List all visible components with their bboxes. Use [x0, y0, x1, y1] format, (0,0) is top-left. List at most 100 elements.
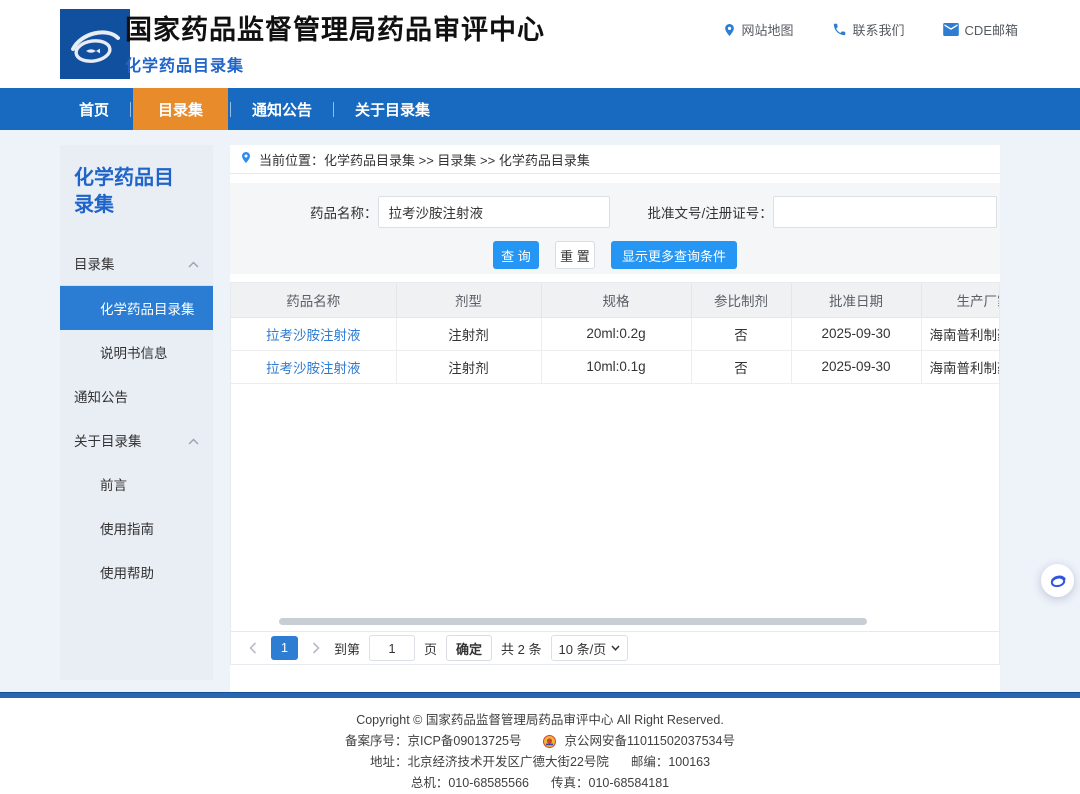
approval-number-field-group: 批准文号/注册证号：: [648, 196, 997, 228]
table-row: 拉考沙胺注射液 注射剂 20ml:0.2g 否 2025-09-30 海南普利制…: [231, 317, 999, 350]
mail-icon: [943, 23, 959, 36]
floating-cde-button[interactable]: [1041, 564, 1074, 597]
drug-name-input[interactable]: [378, 196, 610, 228]
sidebar-item-label: 目录集: [74, 253, 115, 273]
search-panel: 药品名称： 批准文号/注册证号： 查 询 重 置 显示更多查询条件: [230, 183, 1000, 274]
table-clip: 药品名称 剂型 规格 参比制剂 批准日期 生产厂家 拉考沙胺注射液 注射剂 20: [231, 283, 999, 384]
site-subtitle: 化学药品目录集: [125, 52, 545, 76]
phone-icon: [832, 22, 847, 37]
location-pin-icon: [240, 150, 252, 168]
nav-catalog[interactable]: 目录集: [133, 88, 228, 130]
drug-name-link[interactable]: 拉考沙胺注射液: [266, 328, 361, 343]
site-footer: Copyright © 国家药品监督管理局药品审评中心 All Right Re…: [0, 698, 1080, 794]
icp-record-text: 备案序号：京ICP备09013725号: [345, 731, 521, 752]
sidebar-item-catalog-group[interactable]: 目录集: [74, 241, 199, 285]
top-link-label: CDE邮箱: [965, 20, 1018, 39]
police-record-link[interactable]: 京公网安备11011502037534号: [564, 731, 734, 752]
chevron-up-icon: [188, 256, 199, 271]
cell-dosage-form: 注射剂: [396, 350, 541, 383]
sidebar-item-help[interactable]: 使用帮助: [74, 550, 199, 594]
police-badge-icon: [543, 735, 556, 748]
cde-swoosh-icon: [1048, 571, 1068, 591]
cell-spec: 20ml:0.2g: [541, 317, 691, 350]
page-size-select[interactable]: 10 条/页: [551, 635, 629, 661]
nav-home[interactable]: 首页: [60, 88, 128, 130]
prev-page-button[interactable]: [244, 636, 262, 660]
location-pin-icon: [723, 22, 736, 38]
cde-logo-icon: [60, 9, 130, 79]
col-reference: 参比制剂: [691, 283, 791, 317]
fax-text: 传真：010-68584181: [551, 773, 669, 794]
sidebar-title: 化学药品目录集: [74, 165, 184, 219]
breadcrumb-text: 当前位置：化学药品目录集 >> 目录集 >> 化学药品目录集: [259, 150, 590, 169]
cell-reference: 否: [691, 317, 791, 350]
cell-dosage-form: 注射剂: [396, 317, 541, 350]
cde-logo[interactable]: [60, 9, 130, 79]
cell-manufacturer: 海南普利制药股份有限公司: [921, 350, 999, 383]
page-size-value: 10 条/页: [559, 639, 607, 658]
col-dosage-form: 剂型: [396, 283, 541, 317]
nav-separator: [130, 102, 131, 117]
current-page-button[interactable]: 1: [271, 636, 298, 660]
content: 当前位置：化学药品目录集 >> 目录集 >> 化学药品目录集 药品名称： 批准文…: [230, 145, 1000, 692]
nav-separator: [333, 102, 334, 117]
cell-manufacturer: 海南普利制药股份有限公司: [921, 317, 999, 350]
query-button[interactable]: 查 询: [493, 241, 539, 269]
chevron-up-icon: [188, 433, 199, 448]
phone-text: 总机：010-68585566: [411, 773, 529, 794]
top-links: 网站地图 联系我们 CDE邮箱: [723, 20, 1018, 39]
horizontal-scrollbar[interactable]: [279, 618, 867, 625]
sidebar-item-label: 通知公告: [74, 386, 128, 406]
col-approval-date: 批准日期: [791, 283, 921, 317]
table-header-row: 药品名称 剂型 规格 参比制剂 批准日期 生产厂家: [231, 283, 999, 317]
cell-spec: 10ml:0.1g: [541, 350, 691, 383]
sidebar-item-label-info[interactable]: 说明书信息: [74, 330, 199, 374]
nav-notices[interactable]: 通知公告: [233, 88, 331, 130]
sidebar-item-foreword[interactable]: 前言: [74, 462, 199, 506]
nav-separator: [230, 102, 231, 117]
sidebar: 化学药品目录集 目录集 化学药品目录集 说明书信息 通知公告 关于目录集 前言 …: [60, 145, 213, 680]
cell-reference: 否: [691, 350, 791, 383]
next-page-button[interactable]: [307, 636, 325, 660]
nav-about-catalog[interactable]: 关于目录集: [336, 88, 449, 130]
goto-page-input[interactable]: [369, 635, 415, 661]
sidebar-item-user-guide[interactable]: 使用指南: [74, 506, 199, 550]
copyright-text: Copyright © 国家药品监督管理局药品审评中心 All Right Re…: [356, 710, 724, 731]
sidebar-item-label: 关于目录集: [74, 430, 142, 450]
drug-name-label: 药品名称：: [310, 202, 378, 222]
top-link-label: 联系我们: [853, 20, 905, 39]
chevron-left-icon: [249, 642, 257, 654]
drug-name-link[interactable]: 拉考沙胺注射液: [266, 361, 361, 376]
site-header: 国家药品监督管理局药品审评中心 化学药品目录集 网站地图 联系我们 CDE邮箱: [0, 0, 1080, 88]
sidebar-item-chemical-catalog[interactable]: 化学药品目录集: [60, 285, 213, 330]
approval-number-input[interactable]: [773, 196, 997, 228]
sidebar-item-about-group[interactable]: 关于目录集: [74, 418, 199, 462]
results-table: 药品名称 剂型 规格 参比制剂 批准日期 生产厂家 拉考沙胺注射液 注射剂 20: [231, 283, 999, 384]
address-text: 地址：北京经济技术开发区广德大街22号院: [370, 752, 609, 773]
total-count-label: 共 2 条: [501, 639, 541, 658]
title-block: 国家药品监督管理局药品审评中心 化学药品目录集: [125, 13, 545, 76]
chevron-down-icon: [611, 645, 620, 651]
top-link-label: 网站地图: [742, 20, 794, 39]
more-conditions-button[interactable]: 显示更多查询条件: [611, 241, 737, 269]
sidebar-item-notices[interactable]: 通知公告: [74, 374, 199, 418]
col-drug-name: 药品名称: [231, 283, 396, 317]
breadcrumb: 当前位置：化学药品目录集 >> 目录集 >> 化学药品目录集: [230, 145, 1000, 174]
cell-approval-date: 2025-09-30: [791, 317, 921, 350]
table-empty-area: [231, 384, 999, 632]
top-link-sitemap[interactable]: 网站地图: [723, 20, 794, 39]
main-nav: 首页 目录集 通知公告 关于目录集: [0, 88, 1080, 130]
reset-button[interactable]: 重 置: [555, 241, 595, 269]
cell-approval-date: 2025-09-30: [791, 350, 921, 383]
results-table-panel: 药品名称 剂型 规格 参比制剂 批准日期 生产厂家 拉考沙胺注射液 注射剂 20: [230, 282, 1000, 665]
col-spec: 规格: [541, 283, 691, 317]
postcode-text: 邮编：100163: [631, 752, 710, 773]
site-title: 国家药品监督管理局药品审评中心: [125, 13, 545, 47]
table-row: 拉考沙胺注射液 注射剂 10ml:0.1g 否 2025-09-30 海南普利制…: [231, 350, 999, 383]
drug-name-field-group: 药品名称：: [310, 196, 610, 228]
top-link-contact[interactable]: 联系我们: [832, 20, 905, 39]
confirm-page-button[interactable]: 确定: [446, 635, 492, 661]
top-link-mail[interactable]: CDE邮箱: [943, 20, 1018, 39]
chevron-right-icon: [312, 642, 320, 654]
main-area: 化学药品目录集 目录集 化学药品目录集 说明书信息 通知公告 关于目录集 前言 …: [0, 130, 1080, 692]
